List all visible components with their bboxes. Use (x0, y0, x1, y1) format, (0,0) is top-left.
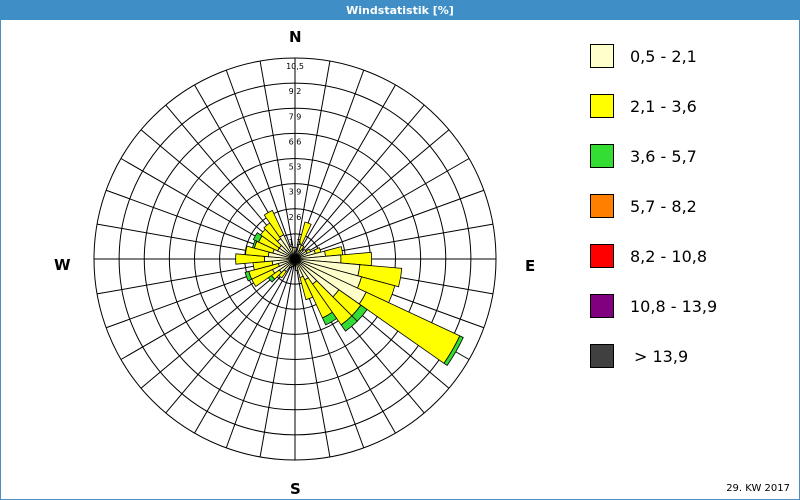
legend-swatch (590, 344, 614, 368)
direction-west-label: W (54, 256, 71, 274)
legend-label: 3,6 - 5,7 (630, 147, 697, 166)
radial-tick-label: 6,6 (289, 137, 302, 146)
legend-swatch (590, 194, 614, 218)
legend-item: > 13,9 (590, 344, 770, 370)
legend-label: 2,1 - 3,6 (630, 97, 697, 116)
legend-label: 8,2 - 10,8 (630, 247, 708, 266)
calendar-week-label: 29. KW 2017 (726, 483, 790, 494)
radial-tick-label: 3,9 (289, 188, 302, 197)
legend-label: 5,7 - 8,2 (630, 197, 697, 216)
legend-label: 10,8 - 13,9 (630, 297, 718, 316)
direction-north-label: N (289, 28, 302, 46)
legend-item: 2,1 - 3,6 (590, 94, 770, 120)
legend-item: 8,2 - 10,8 (590, 244, 770, 270)
radial-tick-label: 1,3 (289, 238, 302, 247)
direction-south-label: S (290, 480, 301, 498)
legend-label: 0,5 - 2,1 (630, 47, 697, 66)
legend-swatch (590, 94, 614, 118)
radial-tick-label: 5,3 (289, 163, 302, 172)
wind-sector-segment (358, 291, 461, 364)
legend-item: 5,7 - 8,2 (590, 194, 770, 220)
legend-swatch (590, 144, 614, 168)
radial-tick-label: 9,2 (289, 87, 302, 96)
radial-tick-label: 10,5 (286, 62, 304, 71)
legend-item: 3,6 - 5,7 (590, 144, 770, 170)
legend-swatch (590, 294, 614, 318)
legend-swatch (590, 44, 614, 68)
legend-item: 0,5 - 2,1 (590, 44, 770, 70)
direction-east-label: E (525, 257, 536, 275)
legend-swatch (590, 244, 614, 268)
window-title: Windstatistik [%] (0, 0, 800, 20)
radial-tick-label: 2,6 (289, 213, 302, 222)
radial-tick-label: 7,9 (289, 112, 302, 121)
legend-item: 10,8 - 13,9 (590, 294, 770, 320)
legend-label: > 13,9 (634, 347, 689, 366)
wind-rose-chart: 1,3 2,6 3,9 5,3 6,6 7,9 9,2 10,5 (93, 57, 497, 461)
